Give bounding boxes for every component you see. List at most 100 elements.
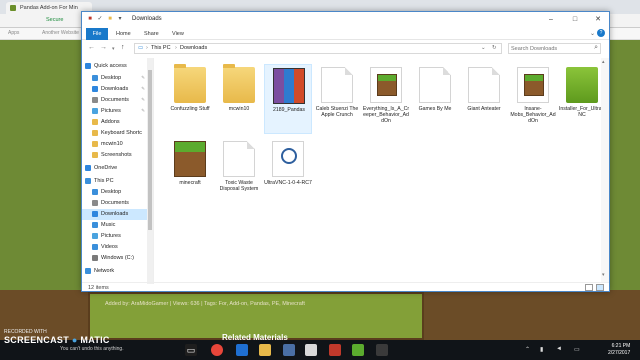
computer-icon <box>85 178 91 184</box>
pin-icon: ✎ <box>141 97 145 102</box>
scroll-up-icon[interactable]: ▴ <box>602 59 605 65</box>
breadcrumb-this-pc[interactable]: This PC <box>151 45 171 51</box>
back-arrow-icon[interactable]: ← <box>88 44 95 51</box>
screencast-watermark: RECORDED WITH SCREENCAST ● MATIC You can… <box>4 329 124 352</box>
nav-scroll-thumb[interactable] <box>148 70 152 230</box>
nav-item[interactable]: Music <box>82 220 147 231</box>
content-scrollbar[interactable]: ▴ ▾ <box>601 58 609 282</box>
file-item[interactable]: Confuzzling Stuff <box>166 64 214 134</box>
nav-item[interactable]: Downloads ✎ <box>82 84 147 95</box>
nav-item-label: Documents <box>101 97 129 103</box>
address-box[interactable]: ▭ › This PC › Downloads ⌄ ↻ <box>134 43 502 54</box>
status-bar: 12 items <box>82 282 609 292</box>
blank-file-icon <box>223 141 255 177</box>
minecraft-addon-icon <box>370 67 402 103</box>
bookmark-item[interactable]: Another Website <box>42 30 79 36</box>
large-icons-view-icon[interactable] <box>596 284 604 291</box>
forward-arrow-icon[interactable]: → <box>100 44 107 51</box>
nav-item[interactable]: OneDrive <box>82 163 147 174</box>
nav-item[interactable]: Network <box>82 266 147 277</box>
search-box[interactable]: ⌕ <box>508 43 601 54</box>
file-item[interactable]: UltraVNC-1-0-4-RC7 <box>264 138 312 208</box>
calculator-icon[interactable] <box>305 344 317 356</box>
clock[interactable]: 6:21 PM 2/27/2017 <box>608 343 630 357</box>
folder-icon <box>92 152 98 158</box>
nav-item-label: This PC <box>94 178 114 184</box>
file-item[interactable]: Games By Me <box>411 64 459 134</box>
nav-item[interactable]: Documents <box>82 198 147 209</box>
store-icon[interactable] <box>283 344 295 356</box>
download-icon <box>92 86 98 92</box>
folder-icon <box>92 130 98 136</box>
page-fold <box>345 67 353 75</box>
folder-tab <box>223 64 235 68</box>
file-item[interactable]: Toxic Waste Disposal System <box>215 138 263 208</box>
archive-icon <box>273 68 305 104</box>
file-explorer-icon[interactable] <box>259 344 271 356</box>
nav-item[interactable]: Keyboard Shortc <box>82 128 147 139</box>
bookmark-apps[interactable]: Apps <box>8 30 19 36</box>
edge-icon[interactable] <box>236 344 248 356</box>
item-count: 12 items <box>88 285 109 291</box>
file-name: mcwin10 <box>228 106 250 112</box>
file-item[interactable]: Caleb Stuenzi The Apple Crunch <box>313 64 361 134</box>
file-item[interactable]: Giant Anteater <box>460 64 508 134</box>
favicon-icon <box>10 5 16 11</box>
refresh-icon[interactable]: ↻ <box>492 45 497 51</box>
installer-icon <box>566 67 598 103</box>
screencast-icon[interactable] <box>329 344 341 356</box>
search-input[interactable] <box>511 45 589 53</box>
nav-item[interactable]: Desktop ✎ <box>82 73 147 84</box>
minimize-button[interactable]: – <box>540 13 562 26</box>
nav-item[interactable]: Videos <box>82 242 147 253</box>
task-view-icon[interactable]: ▭ <box>185 344 197 356</box>
expand-ribbon-icon[interactable]: ⌄ <box>590 30 595 37</box>
network-tray-icon[interactable]: ▮ <box>540 346 543 353</box>
address-dropdown-icon[interactable]: ⌄ <box>481 45 486 51</box>
tab-home[interactable]: Home <box>116 28 131 40</box>
browser-tab[interactable]: Pandas Add-on For Min <box>6 2 92 14</box>
tab-share[interactable]: Share <box>144 28 159 40</box>
details-view-icon[interactable] <box>585 284 593 291</box>
chrome-icon[interactable] <box>211 344 223 356</box>
nav-item[interactable]: Quick access <box>82 61 147 72</box>
file-item[interactable]: mcwin10 <box>215 64 263 134</box>
nav-item[interactable]: mcwin10 <box>82 139 147 150</box>
scroll-down-icon[interactable]: ▾ <box>602 272 605 278</box>
volume-icon[interactable]: ◄ <box>556 346 562 352</box>
breadcrumb-downloads[interactable]: Downloads <box>180 45 207 51</box>
video-icon <box>92 244 98 250</box>
minecraft-icon[interactable] <box>352 344 364 356</box>
search-icon: ⌕ <box>594 44 598 51</box>
secure-label: Secure <box>46 17 64 23</box>
nav-item[interactable]: Screenshots <box>82 150 147 161</box>
nav-item[interactable]: Documents ✎ <box>82 95 147 106</box>
up-arrow-icon[interactable]: ↑ <box>121 44 125 51</box>
nav-item[interactable]: Downloads <box>82 209 147 220</box>
file-item[interactable]: Everything_Is_A_Creeper_Behavior_AddOn <box>362 64 410 134</box>
nav-item[interactable]: Pictures ✎ <box>82 106 147 117</box>
recent-locations-chevron-icon[interactable]: ▾ <box>112 46 115 52</box>
tab-file[interactable]: File <box>86 28 108 40</box>
battery-icon[interactable]: ▭ <box>574 346 580 353</box>
help-icon[interactable]: ? <box>597 29 605 37</box>
app-icon[interactable] <box>376 344 388 356</box>
file-name: 2189_Pandas <box>272 107 306 113</box>
nav-item[interactable]: Addons <box>82 117 147 128</box>
file-item[interactable]: Installer_For_UltraVNC <box>558 64 606 134</box>
nav-item[interactable]: This PC <box>82 176 147 187</box>
close-button[interactable]: ✕ <box>587 13 609 26</box>
nav-item[interactable]: Windows (C:) <box>82 253 147 264</box>
file-item[interactable]: Insane-Mobs_Behavior_AddOn <box>509 64 557 134</box>
tray-chevron-icon[interactable]: ⌃ <box>525 346 530 353</box>
toolbar-dropdown-icon[interactable]: ▾ <box>116 15 124 23</box>
quick-access-toolbar-icon[interactable]: ✓ <box>96 15 104 23</box>
eye-icon <box>281 148 297 164</box>
nav-item[interactable]: Desktop <box>82 187 147 198</box>
file-item[interactable]: 2189_Pandas <box>264 64 312 134</box>
file-item[interactable]: minecraft <box>166 138 214 208</box>
maximize-button[interactable]: □ <box>564 13 586 26</box>
nav-item[interactable]: Pictures <box>82 231 147 242</box>
new-folder-icon[interactable]: ■ <box>106 15 114 23</box>
tab-view[interactable]: View <box>172 28 184 40</box>
